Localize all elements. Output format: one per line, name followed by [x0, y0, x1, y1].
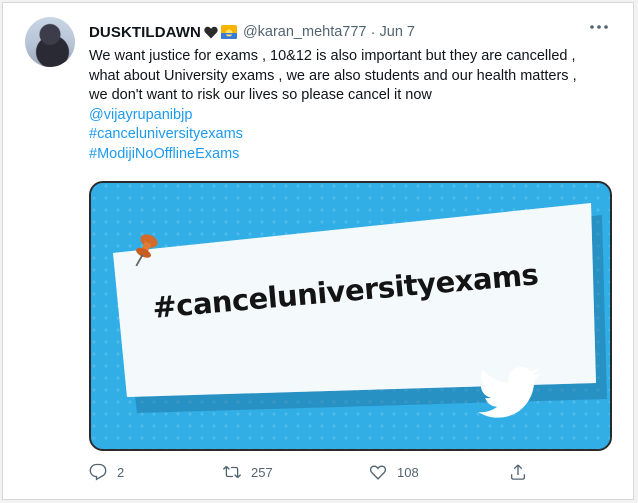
mention-link[interactable]: @vijayrupanibjp — [89, 106, 619, 126]
tweet-media-image[interactable]: #canceluniversityexams — [89, 181, 612, 451]
more-options-icon[interactable] — [587, 19, 611, 35]
reply-button[interactable]: 2 — [89, 463, 124, 481]
user-handle[interactable]: @karan_mehta777 — [243, 24, 367, 40]
reply-count: 2 — [117, 464, 125, 480]
black-heart-icon — [204, 26, 218, 38]
tweet-text-line: we don't want to risk our lives so pleas… — [89, 87, 432, 103]
tweet-header: DUSKTILDAWN @karan_mehta777 · Jun 7 — [89, 22, 415, 42]
separator-dot: · — [370, 23, 376, 41]
tweet-date[interactable]: Jun 7 — [380, 24, 415, 40]
share-button[interactable] — [509, 463, 537, 481]
like-icon — [369, 465, 387, 480]
like-button[interactable]: 108 — [369, 463, 419, 481]
retweet-icon — [223, 465, 241, 479]
hashtag-link[interactable]: #canceluniversityexams — [89, 125, 619, 145]
sunrise-icon — [220, 25, 237, 39]
hashtag-link[interactable]: #ModijiNoOfflineExams — [89, 145, 619, 165]
reply-icon — [89, 463, 107, 481]
retweet-button[interactable]: 257 — [223, 463, 273, 481]
like-count: 108 — [397, 464, 419, 480]
display-name[interactable]: DUSKTILDAWN — [89, 24, 201, 41]
tweet-text-line: We want justice for exams , 10&12 is als… — [89, 48, 576, 64]
tweet-actions: 2 257 108 — [89, 463, 529, 489]
tweet-text-line: what about University exams , we are als… — [89, 67, 577, 84]
retweet-count: 257 — [251, 464, 273, 480]
avatar[interactable] — [25, 17, 75, 67]
tweet-body: We want justice for exams , 10&12 is als… — [89, 47, 619, 164]
share-icon — [510, 464, 526, 480]
tweet-card[interactable]: DUSKTILDAWN @karan_mehta777 · Jun 7 We w… — [2, 2, 634, 500]
